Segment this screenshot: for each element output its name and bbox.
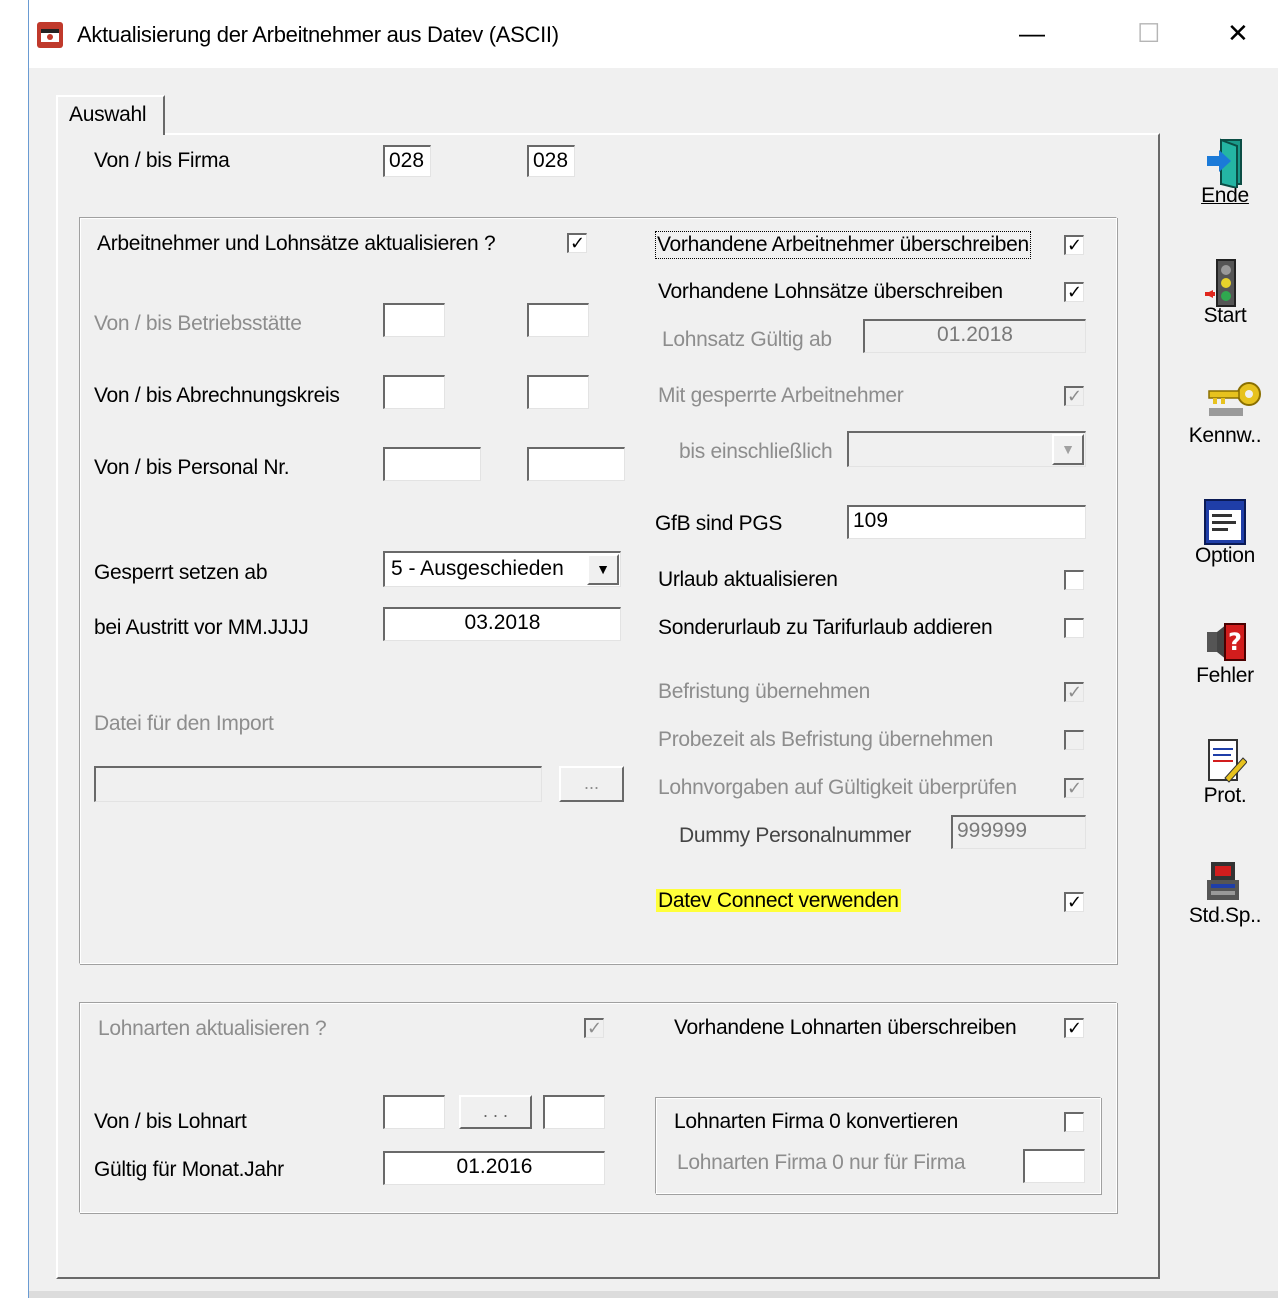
lohnsatz-gueltig-label: Lohnsatz Gültig ab <box>662 328 832 351</box>
svg-text:?: ? <box>1228 628 1242 656</box>
kennwort-button[interactable]: Kennw.. <box>1180 378 1270 448</box>
standard-save-icon <box>1203 858 1247 902</box>
an-lohn-checkbox[interactable]: ✓ <box>567 233 587 253</box>
datev-connect-label: Datev Connect verwenden <box>656 888 901 914</box>
vorh-lohn-checkbox[interactable]: ✓ <box>1064 282 1084 302</box>
traffic-light-icon <box>1203 258 1247 307</box>
tab-auswahl-label: Auswahl <box>69 103 147 126</box>
datei-label: Datei für den Import <box>94 712 274 735</box>
abrechnungskreis-to-input[interactable] <box>527 375 589 409</box>
firma-label: Von / bis Firma <box>94 149 230 172</box>
bis-einschl-label: bis einschließlich <box>679 440 833 463</box>
gueltig-input[interactable]: 01.2016 <box>383 1151 605 1185</box>
lohnarten-checkbox: ✓ <box>584 1018 604 1038</box>
chevron-down-icon: ▼ <box>1061 441 1075 457</box>
vorh-lohnarten-checkbox[interactable]: ✓ <box>1064 1018 1084 1038</box>
urlaub-checkbox[interactable] <box>1064 570 1084 590</box>
dummy-label: Dummy Personalnummer <box>679 824 912 847</box>
exit-door-icon <box>1203 138 1247 190</box>
probezeit-checkbox <box>1064 730 1084 750</box>
lohnart-to-input[interactable] <box>543 1095 605 1129</box>
gesperrt-label: Gesperrt setzen ab <box>94 561 268 584</box>
firma0-konv-checkbox[interactable] <box>1064 1112 1084 1132</box>
lohnsatz-gueltig-input: 01.2018 <box>863 319 1086 353</box>
betriebsstaette-label: Von / bis Betriebsstätte <box>94 312 302 335</box>
gesperrte-an-label: Mit gesperrte Arbeitnehmer <box>658 384 904 407</box>
desktop-strip <box>0 0 28 1298</box>
datei-browse-button: ... <box>559 766 624 802</box>
datev-connect-label-text: Datev Connect verwenden <box>656 889 901 912</box>
an-lohn-label: Arbeitnehmer und Lohnsätze aktualisieren… <box>97 232 496 255</box>
firma0-nur-label: Lohnarten Firma 0 nur für Firma <box>677 1151 966 1174</box>
lohnart-browse-button[interactable]: . . . <box>459 1095 532 1129</box>
bis-einschl-select <box>847 431 1086 467</box>
prot-label: Prot. <box>1203 784 1247 807</box>
error-question-icon: ? <box>1203 618 1247 662</box>
fehler-button[interactable]: ? Fehler <box>1180 618 1270 688</box>
lohnvorgaben-label: Lohnvorgaben auf Gültigkeit überprüfen <box>658 776 1017 799</box>
lohnart-from-input[interactable] <box>383 1095 445 1129</box>
protocol-document-icon <box>1203 738 1248 783</box>
gesperrt-dropdown-button[interactable]: ▼ <box>587 554 619 585</box>
dummy-input: 999999 <box>951 815 1086 849</box>
personal-label: Von / bis Personal Nr. <box>94 456 290 479</box>
gfb-input[interactable]: 109 <box>847 505 1086 539</box>
firma0-konv-label: Lohnarten Firma 0 konvertieren <box>674 1110 958 1133</box>
window-title: Aktualisierung der Arbeitnehmer aus Date… <box>77 22 559 47</box>
stdsp-button[interactable]: Std.Sp.. <box>1180 858 1270 928</box>
befristung-label: Befristung übernehmen <box>658 680 871 703</box>
option-label: Option <box>1194 544 1256 567</box>
firma-from-input[interactable]: 028 <box>383 145 431 177</box>
fehler-label: Fehler <box>1196 664 1254 687</box>
chevron-down-icon: ▼ <box>596 561 610 577</box>
firma0-nur-input[interactable] <box>1023 1149 1085 1183</box>
datei-input <box>94 766 542 802</box>
minimize-button[interactable]: — <box>1019 18 1045 48</box>
lohnart-label: Von / bis Lohnart <box>94 1110 247 1133</box>
gesperrt-select[interactable]: 5 - Ausgeschieden <box>383 551 621 587</box>
firma-to-input[interactable]: 028 <box>527 145 575 177</box>
vorh-an-label: Vorhandene Arbeitnehmer überschreiben <box>655 231 1031 259</box>
betriebsstaette-to-input[interactable] <box>527 303 589 337</box>
maximize-button[interactable]: ☐ <box>1137 18 1160 48</box>
vorh-lohn-label: Vorhandene Lohnsätze überschreiben <box>658 280 1003 303</box>
datev-connect-checkbox[interactable]: ✓ <box>1064 892 1084 912</box>
sonderurlaub-label: Sonderurlaub zu Tarifurlaub addieren <box>658 616 993 639</box>
stdsp-label: Std.Sp.. <box>1188 904 1262 927</box>
betriebsstaette-from-input[interactable] <box>383 303 445 337</box>
befristung-checkbox: ✓ <box>1064 682 1084 702</box>
bis-einschl-dropdown-button: ▼ <box>1052 434 1084 465</box>
app-icon <box>37 22 63 48</box>
vorh-an-checkbox[interactable]: ✓ <box>1064 235 1084 255</box>
lohnarten-label: Lohnarten aktualisieren ? <box>98 1017 327 1040</box>
austritt-input[interactable]: 03.2018 <box>383 607 621 641</box>
kennwort-label: Kennw.. <box>1188 424 1262 447</box>
austritt-label: bei Austritt vor MM.JJJJ <box>94 616 309 639</box>
close-button[interactable]: ✕ <box>1227 18 1249 48</box>
vorh-an-label-text: Vorhandene Arbeitnehmer überschreiben <box>657 233 1029 256</box>
prot-button[interactable]: Prot. <box>1180 738 1270 808</box>
option-window-icon <box>1203 498 1247 545</box>
gueltig-label: Gültig für Monat.Jahr <box>94 1158 284 1181</box>
personal-to-input[interactable] <box>527 447 625 481</box>
title-bar: Aktualisierung der Arbeitnehmer aus Date… <box>29 0 1278 68</box>
sonderurlaub-checkbox[interactable] <box>1064 618 1084 638</box>
lohnvorgaben-checkbox: ✓ <box>1064 778 1084 798</box>
tab-auswahl[interactable]: Auswahl <box>56 95 165 135</box>
option-button[interactable]: Option <box>1180 498 1270 568</box>
ende-button[interactable]: Ende <box>1180 138 1270 208</box>
probezeit-label: Probezeit als Befristung übernehmen <box>658 728 994 751</box>
personal-from-input[interactable] <box>383 447 481 481</box>
gesperrte-an-checkbox: ✓ <box>1064 386 1084 406</box>
urlaub-label: Urlaub aktualisieren <box>658 568 838 591</box>
key-icon <box>1203 378 1261 422</box>
gfb-label: GfB sind PGS <box>655 512 783 535</box>
abrechnungskreis-from-input[interactable] <box>383 375 445 409</box>
vorh-lohnarten-label: Vorhandene Lohnarten überschreiben <box>674 1016 1017 1039</box>
abrechnungskreis-label: Von / bis Abrechnungskreis <box>94 384 340 407</box>
start-button[interactable]: Start <box>1180 258 1270 328</box>
window-bottom-edge <box>29 1291 1278 1298</box>
